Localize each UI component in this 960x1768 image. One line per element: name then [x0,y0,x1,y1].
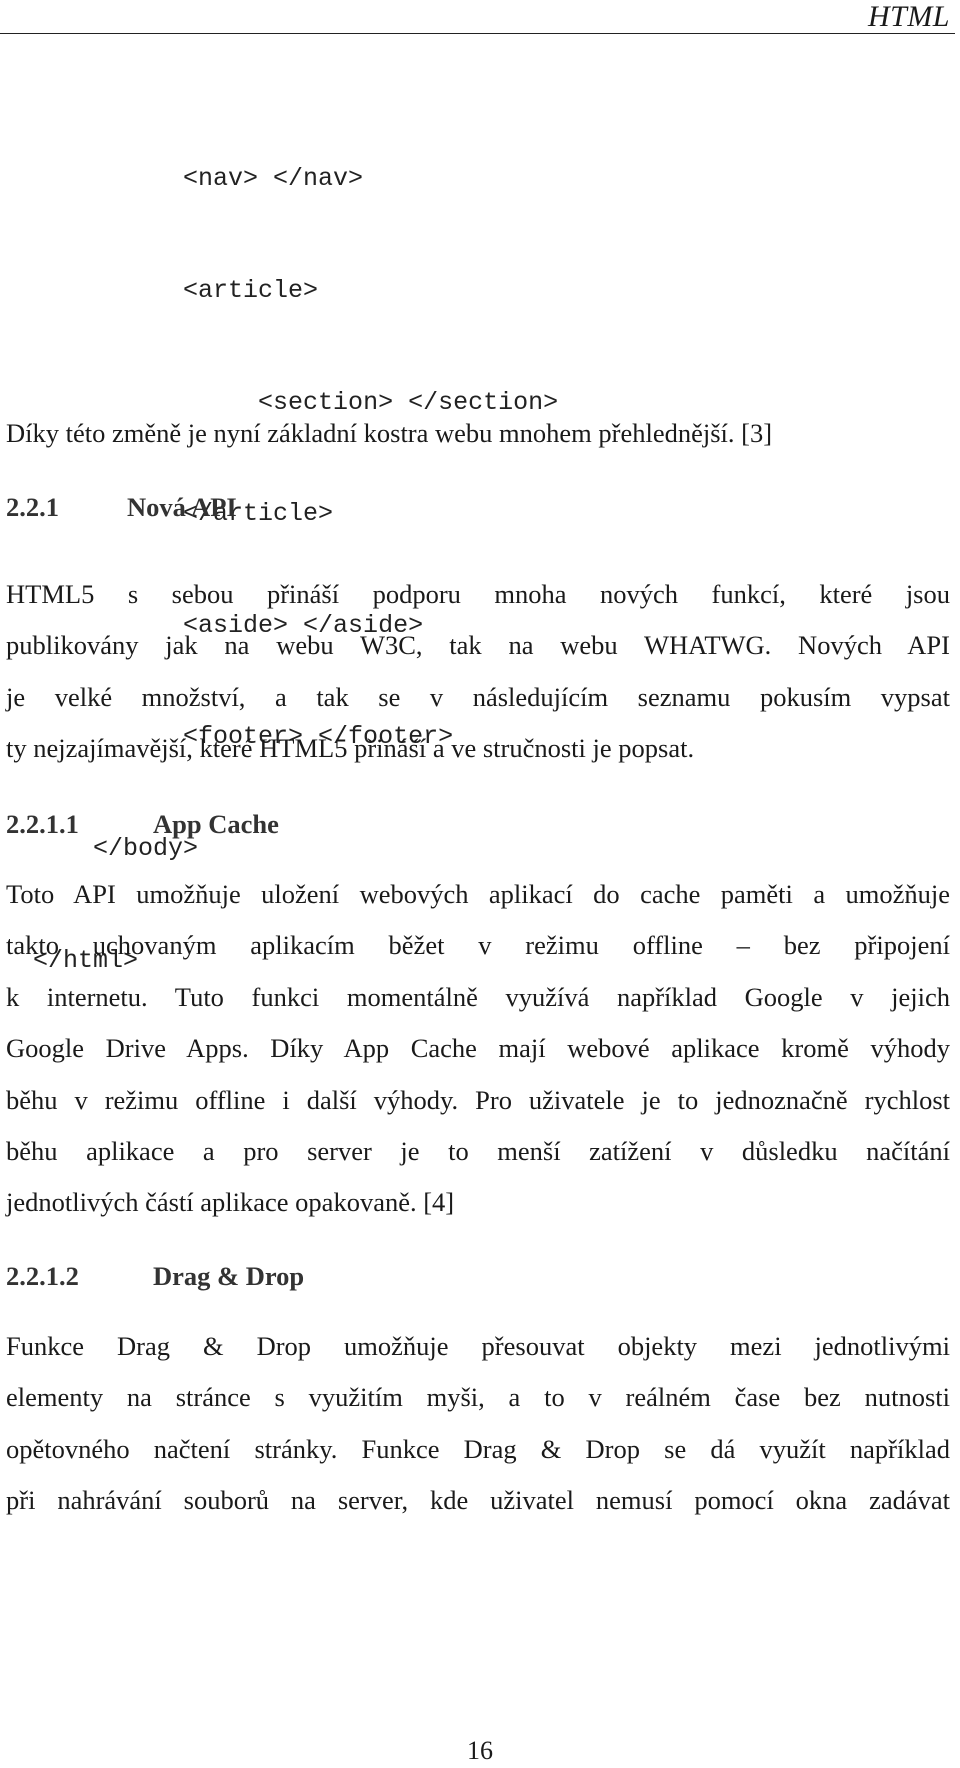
text-line: při nahrávání souborů na server, kde uži… [6,1485,950,1516]
header-rule [0,33,955,34]
text-line: běhu v režimu offline i další výhody. Pr… [6,1084,950,1115]
text-line: k internetu. Tuto funkci momentálně využ… [6,981,950,1012]
text-line: takto uchovaným aplikacím běžet v režimu… [6,930,950,961]
paragraph-app-cache: Toto API umožňuje uložení webových aplik… [6,869,950,1229]
section-title: Nová API [127,492,237,522]
paragraph-nova-api: HTML5 s sebou přináší podporu mnoha nový… [6,569,950,775]
intro-paragraph: Díky této změně je nyní základní kostra … [6,408,950,459]
text-line: je velké množství, a tak se v následujíc… [6,681,950,712]
text-line: běhu aplikace a pro server je to menší z… [6,1136,950,1167]
section-heading-2-2-1-2: 2.2.1.2 Drag & Drop [6,1261,304,1292]
text-line: Toto API umožňuje uložení webových aplik… [6,879,950,909]
section-number: 2.2.1.1 [6,809,79,839]
running-head: HTML [867,0,950,33]
text-line: Funkce Drag & Drop umožňuje přesouvat ob… [6,1331,950,1361]
text-line: elementy na stránce s využitím myši, a t… [6,1382,950,1413]
section-title: Drag & Drop [153,1261,305,1291]
text-line: Díky této změně je nyní základní kostra … [6,418,773,448]
paragraph-drag-drop: Funkce Drag & Drop umožňuje přesouvat ob… [6,1321,950,1527]
page-number: 16 [467,1736,493,1765]
section-number: 2.2.1.2 [6,1261,79,1291]
code-line: <nav> </nav> [183,164,364,194]
section-heading-2-2-1: 2.2.1 Nová API [6,492,237,523]
text-line: jednotlivých částí aplikace opakovaně. [… [6,1187,455,1218]
section-title: App Cache [153,809,279,839]
text-line: Google Drive Apps. Díky App Cache mají w… [6,1033,950,1064]
section-number: 2.2.1 [6,492,59,522]
code-line: <article> [183,276,319,306]
text-line: HTML5 s sebou přináší podporu mnoha nový… [6,579,950,609]
text-line: publikovány jak na webu W3C, tak na webu… [6,630,950,661]
section-heading-2-2-1-1: 2.2.1.1 App Cache [6,809,279,840]
text-line: ty nejzajímavější, které HTML5 přináší a… [6,733,695,764]
text-line: opětovného načtení stránky. Funkce Drag … [6,1433,950,1464]
